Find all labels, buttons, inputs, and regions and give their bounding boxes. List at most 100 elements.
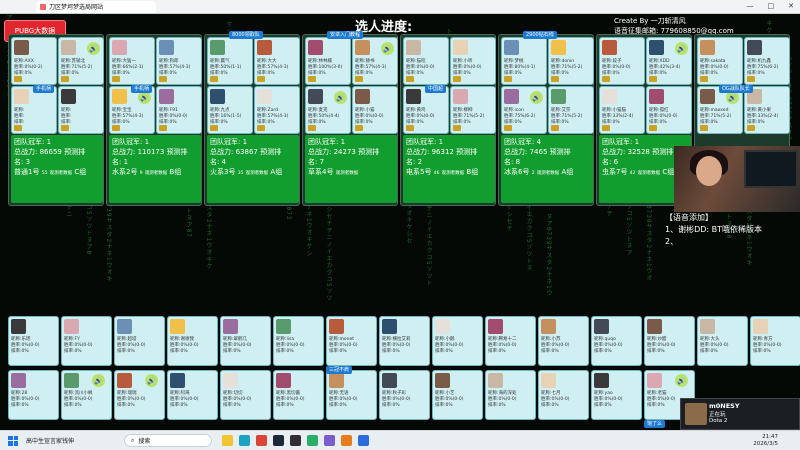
player-card[interactable]: 昵称:sakata 胜率:0%(0-0) 排率:0%	[697, 37, 743, 85]
summary-field: B组	[169, 168, 182, 176]
player-card[interactable]: 昵称:秋子彩 胜率:0%(0-0) 排率:0%	[379, 370, 430, 420]
speaker-icon[interactable]: 🔊	[145, 374, 158, 387]
player-card[interactable]: 昵称:28 胜率:0%(0-0) 排率:0%	[8, 370, 59, 420]
player-card[interactable]: 昵称:小苏 胜率:0%(0-0) 排率:0%	[538, 316, 589, 366]
edge-icon[interactable]	[239, 435, 250, 446]
player-card[interactable]: 昵称:大猛一 胜率:66%(2-1) 排率:0%	[109, 37, 155, 85]
team-group: 手机柄 昵称:大猛一 胜率:66%(2-1) 排率:0% 昵称:狗郎 胜率:57%(4-3…	[106, 34, 202, 206]
speaker-icon[interactable]: 🔊	[334, 91, 347, 104]
player-card[interactable]: 昵称:切切 胜率:0%(0-0) 排率:0%	[220, 370, 271, 420]
summary-field: 火系3号	[210, 168, 236, 176]
player-card[interactable]: 昵称:九点 胜率:16%(1-5) 排率:0%	[207, 86, 253, 134]
player-card[interactable]: 昵称:AXX 胜率:0%(0-2) 排率:0%	[11, 37, 57, 85]
player-card[interactable]: 昵称:乐瑶 胜率:0%(0-0) 排率:0%	[8, 316, 59, 366]
player-card[interactable]: 昵称:梦桃 胜率:80%(4-1) 排率:0%	[501, 37, 547, 85]
player-card[interactable]: 昵称:无语 胜率:0%(0-0) 排率:0%	[326, 370, 377, 420]
player-card[interactable]: 昵称:猫咬 胜率:0%(0-0) 排率:0%	[403, 37, 449, 85]
player-card[interactable]: 昵称:翠鹤几 胜率:0%(0-0) 排率:0%	[220, 316, 271, 366]
player-card[interactable]: 昵称:横拉艾莉 胜率:0%(0-0) 排率:0%	[379, 316, 430, 366]
player-card[interactable]: 昵称: 胜率: 排率:	[11, 86, 57, 134]
player-card[interactable]: 昵称:超塔 胜率:0%(0-0) 排率:0%	[114, 316, 165, 366]
card-rank: 排率:0%	[700, 348, 718, 354]
wechat-icon[interactable]	[307, 435, 318, 446]
player-card[interactable]: 昵称:Zard 胜率:57%(4-3) 排率:0%	[254, 86, 300, 134]
player-card[interactable]: 昵称:小猫猫 胜率:33%(2-4) 排率:0%	[599, 86, 645, 134]
app-icon[interactable]	[358, 435, 369, 446]
close-button[interactable]: ✕	[788, 2, 794, 10]
file-explorer-icon[interactable]	[222, 435, 233, 446]
player-card[interactable]: 昵称:孤红 胜率:0%(0-0) 排率:0%	[646, 86, 692, 134]
speaker-icon[interactable]: 🔊	[675, 42, 688, 55]
summary-field: 观测者数据	[49, 171, 73, 176]
player-card[interactable]: 昵称:donin 胜率:71%(5-2) 排率:0%	[548, 37, 594, 85]
speaker-icon[interactable]: 🔊	[675, 374, 688, 387]
player-card[interactable]: 昵称:lisa 胜率:0%(0-0) 排率:0%	[273, 316, 324, 366]
player-card[interactable]: 昵称:炒醋 胜率:0%(0-0) 排率:0%	[644, 316, 695, 366]
app-icon[interactable]	[324, 435, 335, 446]
minimize-button[interactable]: —	[747, 2, 754, 10]
player-card[interactable]: 昵称:F91 胜率:0%(0-0) 排率:0%	[156, 86, 202, 134]
player-card[interactable]: 🔊 昵称:赫书 胜率:57%(4-3) 排率:0%	[352, 37, 398, 85]
player-card[interactable]: 昵称:小鹅 胜率:0%(0-0) 排率:0%	[432, 316, 483, 366]
player-card[interactable]: 昵称:段子 胜率:0%(0-0) 排率:0%	[599, 37, 645, 85]
player-card[interactable]: 昵称:七月 胜率:0%(0-0) 排率:0%	[538, 370, 589, 420]
team-group: 中国超 昵称:猫咬 胜率:0%(0-0) 排率:0% 昵称:小听 胜率:0%(0-0) 排率…	[400, 34, 496, 206]
speaker-icon[interactable]: 🔊	[381, 42, 394, 55]
taskbar-search[interactable]: ⌕ 搜索	[124, 434, 212, 447]
speaker-icon[interactable]: 🔊	[92, 374, 105, 387]
player-card[interactable]: 昵称:黄鸡 胜率:0%(0-0) 排率:0%	[403, 86, 449, 134]
player-card[interactable]: 🔊 昵称:icon 胜率:75%(6-2) 排率:0%	[501, 86, 547, 134]
player-card[interactable]: 昵称:腾易十二 胜率:0%(0-0) 排率:0%	[485, 316, 536, 366]
player-card[interactable]: 🔊 昵称:maoxed 胜率:71%(5-2) 排率:0%	[697, 86, 743, 134]
player-card[interactable]: 昵称:大大 胜率:57%(4-3) 排率:0%	[254, 37, 300, 85]
player-card[interactable]: 昵称:赢气 胜率:50%(1-1) 排率:0%	[207, 37, 253, 85]
card-value: 0%	[657, 403, 665, 408]
player-card[interactable]: 🔊 昵称:瑞瑞 胜率:0%(0-0) 排率:0%	[114, 370, 165, 420]
speaker-icon[interactable]: 🔊	[530, 91, 543, 104]
player-card[interactable]: 昵称:小艺 胜率:0%(0-0) 排率:0%	[432, 370, 483, 420]
player-card[interactable]: 昵称:小猫 胜率:0%(0-0) 排率:0%	[352, 86, 398, 134]
card-value: 0%	[392, 403, 400, 408]
browser-tab[interactable]: 刀区梦坷梦选局网站	[36, 0, 156, 13]
taskbar-news[interactable]: 高中生宣言家钱伸	[26, 436, 116, 445]
rank-badge-icon	[61, 125, 69, 131]
start-icon[interactable]	[8, 435, 18, 446]
player-card[interactable]: 🔊 昵称:流川小枫 胜率:0%(0-0) 排率:0%	[61, 370, 112, 420]
player-card[interactable]: 昵称:谢谢我 胜率:0%(0-0) 排率:0%	[167, 316, 218, 366]
player-card[interactable]: 昵称: 胜率: 排率:	[58, 86, 104, 134]
player-avatar	[14, 89, 29, 104]
player-card[interactable]: 昵称:大头 胜率:0%(0-0) 排率:0%	[697, 316, 748, 366]
player-card[interactable]: 昵称:quqo 胜率:0%(0-0) 排率:0%	[591, 316, 642, 366]
clock-date: 2026/3/5	[753, 441, 778, 447]
player-avatar	[210, 40, 225, 55]
player-card[interactable]: 昵称:机九鑫 胜率:75%(6-2) 排率:0%	[744, 37, 790, 85]
player-card[interactable]: 🔊 昵称:XDD 胜率:42%(3-4) 排率:0%	[646, 37, 692, 85]
player-card[interactable]: 昵称:黄小果 胜率:33%(2-4) 排率:0%	[744, 86, 790, 134]
app-icon[interactable]	[341, 435, 352, 446]
taskbar-clock[interactable]: 21:47 2026/3/5	[753, 434, 778, 448]
group-tag: OG战队队长	[719, 85, 753, 93]
player-card[interactable]: 昵称:黑切酱 胜率:0%(0-0) 排率:0%	[273, 370, 324, 420]
player-card[interactable]: 昵称:yao 胜率:0%(0-0) 排率:0%	[591, 370, 642, 420]
player-card[interactable]: 昵称:艾莎 胜率:71%(5-2) 排率:0%	[548, 86, 594, 134]
player-card[interactable]: 昵称:FY 胜率:0%(0-0) 排率:0%	[61, 316, 112, 366]
card-value: 0%	[267, 120, 275, 125]
chrome-icon[interactable]	[256, 435, 267, 446]
obs-icon[interactable]	[290, 435, 301, 446]
player-card[interactable]: 昵称:阿海 胜率:0%(0-0) 排率:0%	[167, 370, 218, 420]
maximize-button[interactable]: □	[768, 2, 775, 10]
player-card[interactable]: 昵称:海的深处 胜率:0%(0-0) 排率:0%	[485, 370, 536, 420]
voice-line: 1、谢彬DD: BT哦依稀版本	[665, 225, 763, 234]
player-card[interactable]: 昵称:柳柳 胜率:71%(5-2) 排率:0%	[450, 86, 496, 134]
player-card[interactable]: 🔊 昵称:宝宝 胜率:57%(4-3) 排率:0%	[109, 86, 155, 134]
player-card[interactable]: 昵称:青方 胜率:0%(0-0) 排率:0%	[750, 316, 800, 366]
player-card[interactable]: 昵称:林林楠 胜率:100%(3-0) 排率:0%	[305, 37, 351, 85]
player-card[interactable]: 昵称:狗郎 胜率:57%(4-3) 排率:0%	[156, 37, 202, 85]
steam-activity-widget[interactable]: m0NESY 正在玩 Dota 2	[680, 398, 800, 430]
player-card[interactable]: 🔊 昵称:苏轼北 胜率:71%(5-2) 排率:0%	[58, 37, 104, 85]
player-card[interactable]: 🔊 昵称:麦克 胜率:50%(4-4) 排率:0%	[305, 86, 351, 134]
speaker-icon[interactable]: 🔊	[87, 42, 100, 55]
player-card[interactable]: 昵称:小听 胜率:0%(0-0) 排率:0%	[450, 37, 496, 85]
steam-icon[interactable]	[273, 435, 284, 446]
player-card[interactable]: 昵称:monet 胜率:0%(0-0) 排率:0%	[326, 316, 377, 366]
